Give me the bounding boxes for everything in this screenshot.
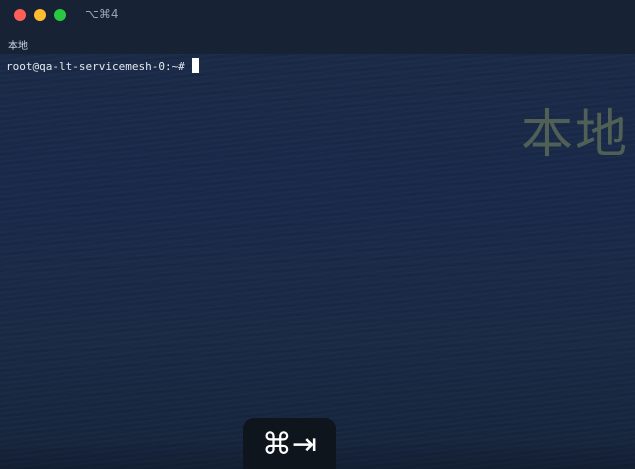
maximize-window-button[interactable] [54,9,66,21]
keyboard-shortcut-hud: ⌘⇥ [243,418,336,469]
close-window-button[interactable] [14,9,26,21]
minimize-window-button[interactable] [34,9,46,21]
tab-bar: 本地 [0,30,635,54]
terminal-pane[interactable]: root@qa-lt-servicemesh-0:~# 本地 [0,54,635,469]
shell-prompt: root@qa-lt-servicemesh-0:~# [6,60,185,73]
title-bar[interactable]: ⌥⌘4 [0,0,635,30]
terminal-window: ⌥⌘4 本地 root@qa-lt-servicemesh-0:~# 本地 ⌘⇥ [0,0,635,469]
command-tab-icon: ⌘⇥ [261,427,318,462]
window-shortcut-label: ⌥⌘4 [85,7,119,21]
background-watermark: 本地 [520,105,629,165]
text-cursor [191,58,199,73]
command-line[interactable]: root@qa-lt-servicemesh-0:~# [6,58,199,75]
tab-local[interactable]: 本地 [8,37,28,52]
